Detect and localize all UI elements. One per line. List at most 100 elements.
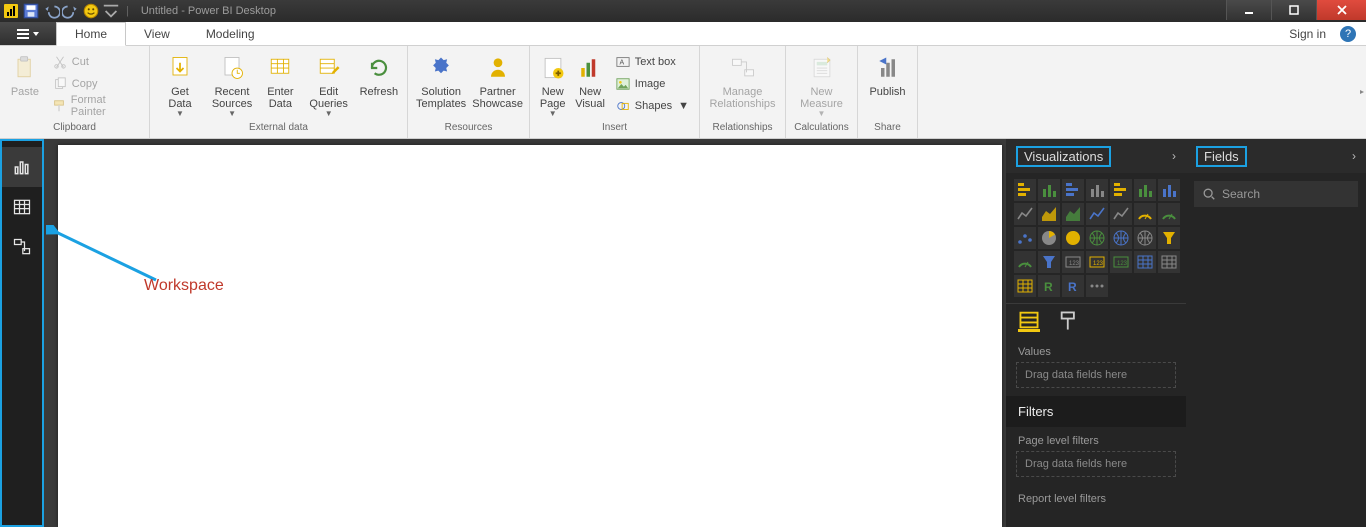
viz-matrix[interactable] <box>1014 275 1036 297</box>
fields-tab[interactable] <box>1018 310 1040 332</box>
viz-card[interactable]: 123 <box>1062 251 1084 273</box>
viz-kpi[interactable]: 123 <box>1110 251 1132 273</box>
viz-clustered-column[interactable] <box>1086 179 1108 201</box>
text-box-button[interactable]: AText box <box>611 52 693 72</box>
group-label: Resources <box>408 122 529 138</box>
viz-table[interactable] <box>1158 251 1180 273</box>
fields-header: Fields › <box>1186 139 1366 173</box>
image-icon <box>615 76 631 92</box>
paste-button[interactable]: Paste <box>6 50 44 98</box>
paste-label: Paste <box>11 86 39 98</box>
collapse-pane-icon[interactable]: › <box>1352 149 1356 163</box>
get-data-button[interactable]: Get Data▼ <box>156 50 204 118</box>
page-filters-dropzone[interactable]: Drag data fields here <box>1016 451 1176 477</box>
viz-pie[interactable] <box>1038 227 1060 249</box>
viz-small-multiples[interactable] <box>1158 179 1180 201</box>
manage-relationships-button[interactable]: Manage Relationships <box>706 50 779 110</box>
viz-donut[interactable] <box>1062 227 1084 249</box>
values-dropzone[interactable]: Drag data fields here <box>1016 362 1176 388</box>
image-button[interactable]: Image <box>611 74 693 94</box>
publish-icon <box>872 52 904 84</box>
help-icon[interactable]: ? <box>1340 26 1356 42</box>
window-controls <box>1226 0 1366 20</box>
viz-waterfall[interactable] <box>1158 203 1180 225</box>
format-painter-icon <box>52 98 67 114</box>
group-label: Share <box>858 122 917 138</box>
maximize-button[interactable] <box>1271 0 1316 20</box>
viz-stacked-column[interactable] <box>1038 179 1060 201</box>
shapes-button[interactable]: Shapes▼ <box>611 96 693 116</box>
visualizations-header: Visualizations › <box>1006 139 1186 173</box>
close-button[interactable] <box>1316 0 1366 20</box>
viz-treemap[interactable] <box>1086 227 1108 249</box>
format-painter-button[interactable]: Format Painter <box>48 96 143 116</box>
viz-clustered-bar[interactable] <box>1062 179 1084 201</box>
viz-stacked-area[interactable] <box>1062 203 1084 225</box>
minimize-button[interactable] <box>1226 0 1271 20</box>
viz-line-stacked[interactable] <box>1110 203 1132 225</box>
sign-in-link[interactable]: Sign in <box>1289 27 1326 41</box>
publish-button[interactable]: Publish <box>864 50 911 98</box>
partner-showcase-icon <box>482 52 514 84</box>
viz-funnel[interactable] <box>1038 251 1060 273</box>
tab-home[interactable]: Home <box>56 22 126 46</box>
viz-r-visual[interactable]: R <box>1038 275 1060 297</box>
tab-modeling[interactable]: Modeling <box>188 22 273 45</box>
cut-button[interactable]: Cut <box>48 52 143 72</box>
viz-map[interactable] <box>1110 227 1132 249</box>
refresh-button[interactable]: Refresh <box>357 50 401 98</box>
file-menu[interactable] <box>0 22 56 45</box>
viz-py-visual[interactable]: R <box>1062 275 1084 297</box>
group-insert: New Page▼ New Visual AText box Image Sha… <box>530 46 700 138</box>
viz-filled-map[interactable] <box>1134 227 1156 249</box>
undo-icon[interactable] <box>42 2 60 20</box>
viz-ribbon[interactable] <box>1134 203 1156 225</box>
partner-showcase-button[interactable]: Partner Showcase <box>472 50 523 110</box>
new-visual-button[interactable]: New Visual <box>573 50 606 110</box>
viz-line-clustered[interactable] <box>1086 203 1108 225</box>
new-page-icon <box>537 52 569 84</box>
fields-search[interactable]: Search <box>1194 181 1358 207</box>
viz-gauge[interactable] <box>1014 251 1036 273</box>
save-icon[interactable] <box>22 2 40 20</box>
new-page-button[interactable]: New Page▼ <box>536 50 569 118</box>
viz-line[interactable] <box>1014 203 1036 225</box>
viz-scatter[interactable] <box>1014 227 1036 249</box>
viz-funnel-alt[interactable] <box>1158 227 1180 249</box>
ribbon-collapse-icon[interactable] <box>1358 46 1366 138</box>
data-view-button[interactable] <box>2 187 42 227</box>
collapse-pane-icon[interactable]: › <box>1172 149 1176 163</box>
relationships-icon <box>727 52 759 84</box>
viz-stacked-bar[interactable] <box>1014 179 1036 201</box>
viz-100-stacked-column[interactable] <box>1134 179 1156 201</box>
format-tab[interactable] <box>1058 310 1080 332</box>
recent-sources-button[interactable]: Recent Sources▼ <box>208 50 256 118</box>
new-measure-button[interactable]: New Measure▼ <box>792 50 851 118</box>
svg-text:R: R <box>1044 280 1053 294</box>
group-relationships: Manage Relationships Relationships <box>700 46 786 138</box>
app-logo <box>2 2 20 20</box>
redo-icon[interactable] <box>62 2 80 20</box>
title-bar: | Untitled - Power BI Desktop <box>0 0 1366 22</box>
solution-templates-button[interactable]: Solution Templates <box>414 50 468 110</box>
viz-slicer[interactable] <box>1134 251 1156 273</box>
qat-dropdown-icon[interactable] <box>102 2 120 20</box>
cut-icon <box>52 54 68 70</box>
edit-queries-button[interactable]: Edit Queries▼ <box>305 50 353 118</box>
viz-area[interactable] <box>1038 203 1060 225</box>
enter-data-button[interactable]: Enter Data <box>260 50 301 110</box>
separator: | <box>126 5 129 17</box>
viz-100-stacked-bar[interactable] <box>1110 179 1132 201</box>
main-area: Workspace Visualizations › 123123123RR V… <box>0 139 1366 527</box>
viz-multi-row-card[interactable]: 123 <box>1086 251 1108 273</box>
report-view-button[interactable] <box>2 147 42 187</box>
tab-view[interactable]: View <box>126 22 188 45</box>
viz-more[interactable] <box>1086 275 1108 297</box>
group-label: Calculations <box>786 122 857 138</box>
model-view-button[interactable] <box>2 227 42 267</box>
copy-button[interactable]: Copy <box>48 74 143 94</box>
dropdown-caret-icon: ▼ <box>228 110 236 118</box>
smiley-icon[interactable] <box>82 2 100 20</box>
report-canvas[interactable] <box>58 145 1002 527</box>
group-share: Publish Share <box>858 46 918 138</box>
